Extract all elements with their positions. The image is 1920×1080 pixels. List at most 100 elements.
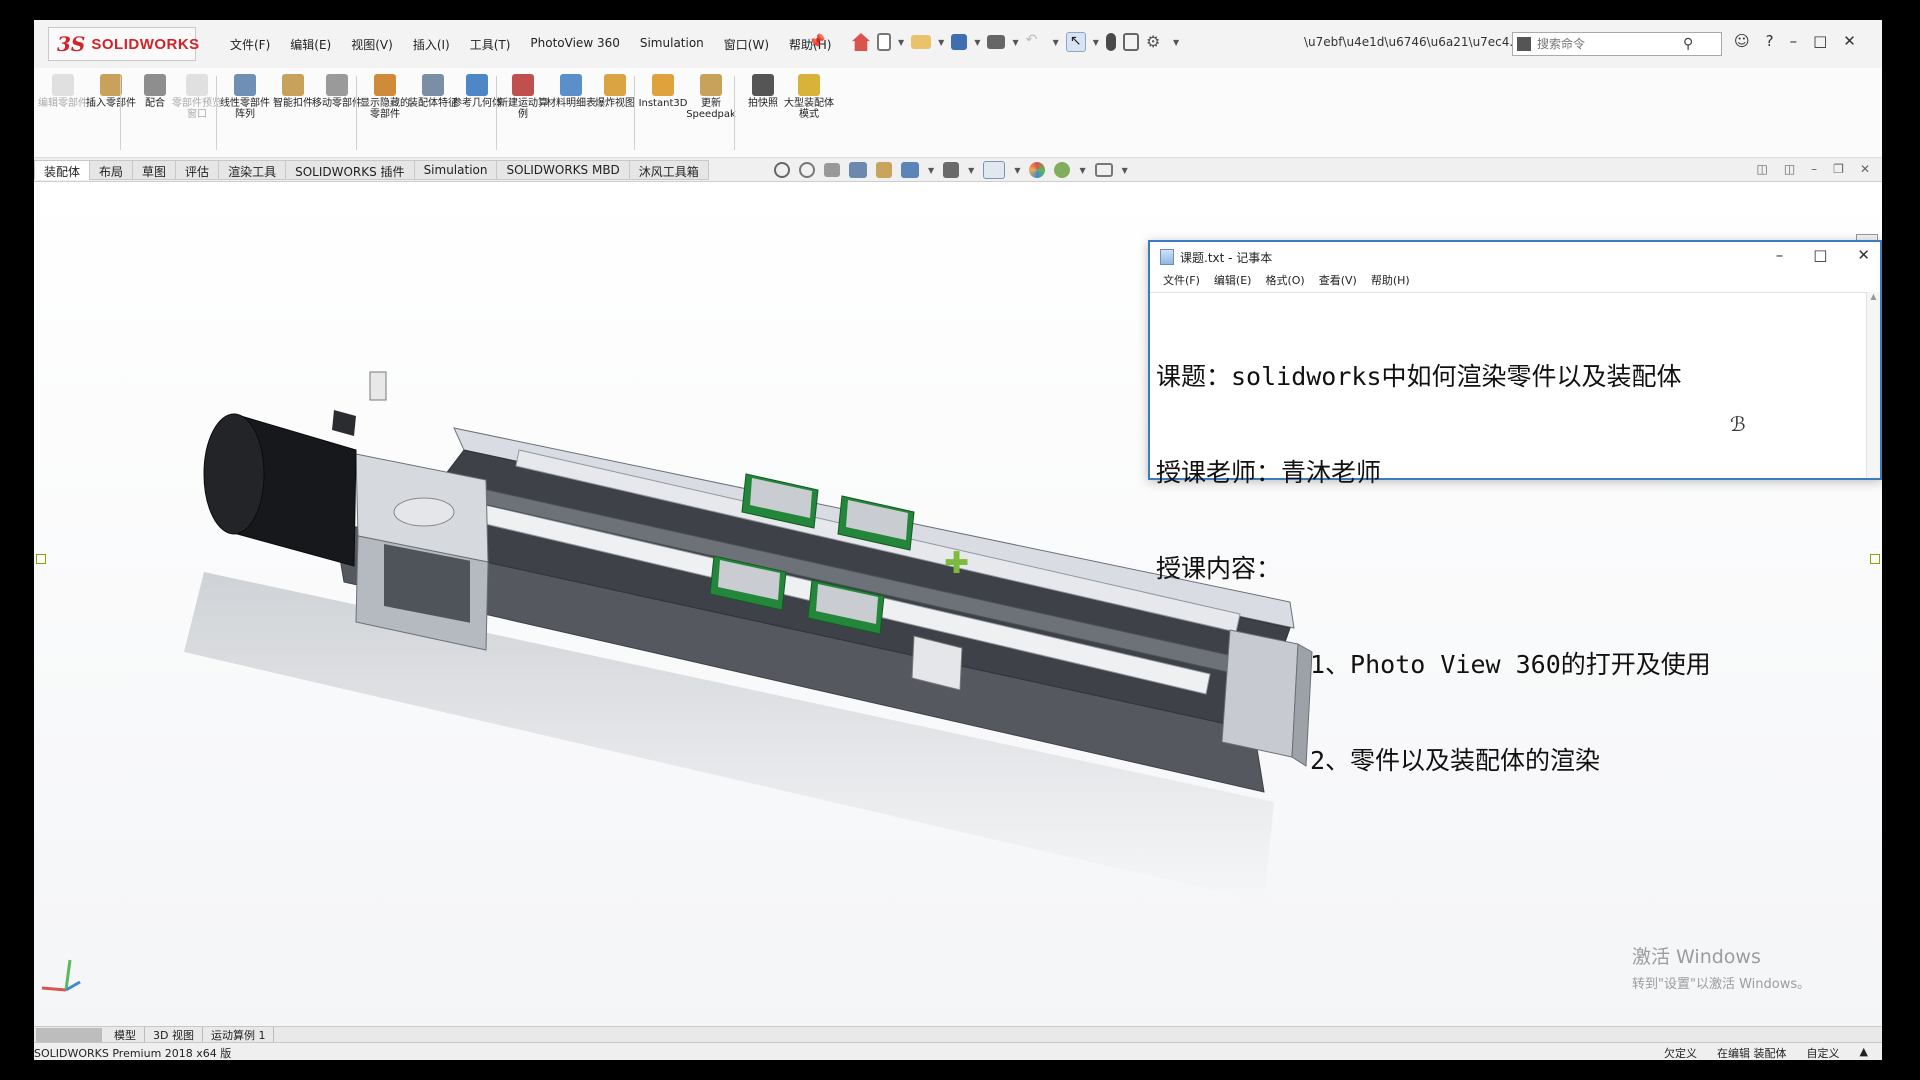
file-properties-icon[interactable] <box>1122 33 1139 51</box>
command-button[interactable]: 材料明细表 <box>546 74 596 109</box>
chevron-down-icon[interactable]: ▼ <box>1014 166 1020 175</box>
solidworks-logo[interactable]: 3S SOLIDWORKS <box>48 27 199 61</box>
gear-icon[interactable]: ⚙ <box>1146 32 1166 52</box>
command-button[interactable]: 参考几何体 <box>452 74 502 109</box>
notepad-menu-file[interactable]: 文件(F) <box>1156 270 1207 290</box>
viewport-left-handle[interactable] <box>36 554 46 564</box>
notepad-scrollbar[interactable]: ▲ <box>1866 292 1880 478</box>
split-view-icon[interactable]: ◫ <box>1756 162 1767 176</box>
command-tab[interactable]: 草图 <box>132 160 177 180</box>
command-button[interactable]: 装配体特征 <box>408 74 458 109</box>
menu-window[interactable]: 窗口(W) <box>714 34 779 55</box>
command-button[interactable]: Instant3D <box>638 74 688 109</box>
display-style-icon[interactable] <box>943 162 960 178</box>
command-button[interactable]: 爆炸视图 <box>590 74 640 109</box>
notepad-menu-help[interactable]: 帮助(H) <box>1364 270 1417 290</box>
dynamic-annotation-icon[interactable] <box>876 162 892 178</box>
command-button[interactable]: 显示隐藏的零部件 <box>360 74 410 120</box>
notepad-text-area[interactable]: 课题：solidworks中如何渲染零件以及装配体 授课老师：青沐老师 授课内容… <box>1150 292 1868 775</box>
rebuild-icon[interactable] <box>1105 33 1116 51</box>
command-tab[interactable]: 布局 <box>89 160 134 180</box>
command-tab[interactable]: SOLIDWORKS MBD <box>496 160 630 180</box>
command-tab[interactable]: 评估 <box>175 160 220 180</box>
menu-view[interactable]: 视图(V) <box>341 34 403 55</box>
menu-edit[interactable]: 编辑(E) <box>280 34 341 55</box>
notepad-title-bar[interactable]: 课题.txt - 记事本 – □ ✕ <box>1150 242 1880 270</box>
command-button[interactable]: 移动零部件 <box>312 74 362 109</box>
notepad-menu-format[interactable]: 格式(O) <box>1258 270 1311 290</box>
command-button[interactable]: 新建运动算例 <box>498 74 548 120</box>
close-icon[interactable]: ✕ <box>1857 246 1870 264</box>
tab-scroll-arrows[interactable] <box>36 1028 102 1042</box>
previous-view-icon[interactable] <box>824 163 840 177</box>
tab-3d-view[interactable]: 3D 视图 <box>145 1027 203 1042</box>
menu-file[interactable]: 文件(F) <box>220 34 280 55</box>
pin-icon[interactable]: 📌 <box>808 34 825 50</box>
command-button[interactable]: 更新Speedpak <box>686 74 736 120</box>
hide-show-items-icon[interactable] <box>983 161 1006 179</box>
units-selector[interactable]: 自定义 <box>1807 1045 1840 1060</box>
command-tab[interactable]: SOLIDWORKS 插件 <box>285 160 415 180</box>
chevron-up-icon[interactable]: ▲ <box>1860 1045 1868 1060</box>
section-view-icon[interactable] <box>849 162 867 178</box>
help-icon[interactable]: ? <box>1766 32 1774 50</box>
chevron-down-icon[interactable]: ▼ <box>1093 38 1099 47</box>
zoom-to-area-icon[interactable] <box>799 162 815 178</box>
command-tab[interactable]: 装配体 <box>34 160 91 180</box>
chevron-down-icon[interactable]: ▼ <box>1173 38 1179 47</box>
split-view-horizontal-icon[interactable]: ◫ <box>1784 162 1795 176</box>
viewport-right-handle[interactable] <box>1870 554 1880 564</box>
tab-motion-study[interactable]: 运动算例 1 <box>203 1027 275 1042</box>
home-icon[interactable] <box>852 33 870 51</box>
apply-scene-icon[interactable] <box>1054 162 1071 178</box>
open-folder-icon[interactable] <box>911 35 932 49</box>
menu-insert[interactable]: 插入(I) <box>403 34 460 55</box>
menu-simulation[interactable]: Simulation <box>630 34 714 55</box>
chevron-down-icon[interactable]: ▼ <box>1079 166 1085 175</box>
menu-tools[interactable]: 工具(T) <box>460 34 521 55</box>
new-document-icon[interactable] <box>877 33 891 51</box>
chevron-down-icon[interactable]: ▼ <box>968 166 974 175</box>
chevron-down-icon[interactable]: ▼ <box>974 38 980 47</box>
notepad-menu-view[interactable]: 查看(V) <box>1312 270 1364 290</box>
restore-icon[interactable]: ❐ <box>1833 162 1844 176</box>
chevron-down-icon[interactable]: ▼ <box>898 38 904 47</box>
print-icon[interactable] <box>987 35 1006 49</box>
command-button[interactable]: 大型装配体模式 <box>784 74 834 120</box>
chevron-down-icon[interactable]: ▼ <box>1122 166 1128 175</box>
search-icon[interactable]: ⚲ <box>1683 36 1693 52</box>
scroll-up-icon[interactable]: ▲ <box>1867 292 1880 301</box>
command-tab[interactable]: Simulation <box>413 160 498 180</box>
chevron-down-icon[interactable]: ▼ <box>1012 38 1018 47</box>
maximize-icon[interactable]: □ <box>1813 32 1827 50</box>
minimize-icon[interactable]: – <box>1790 32 1798 50</box>
chevron-down-icon[interactable]: ▼ <box>928 166 934 175</box>
notepad-menu-edit[interactable]: 编辑(E) <box>1207 270 1259 290</box>
tab-model[interactable]: 模型 <box>106 1027 145 1042</box>
minimize-icon[interactable]: – <box>1776 246 1784 264</box>
undo-icon[interactable]: ↶ <box>1026 32 1046 52</box>
command-tab[interactable]: 渲染工具 <box>218 160 287 180</box>
command-button[interactable]: 线性零部件阵列 <box>220 74 270 120</box>
chevron-down-icon[interactable]: ▼ <box>938 38 944 47</box>
zoom-to-fit-icon[interactable] <box>774 162 790 178</box>
edit-appearance-icon[interactable] <box>1029 162 1046 178</box>
close-icon[interactable]: ✕ <box>1860 162 1870 176</box>
command-button[interactable]: 智能扣件 <box>268 74 318 109</box>
view-orientation-icon[interactable] <box>901 162 919 178</box>
command-tab[interactable]: 沐风工具箱 <box>628 160 709 180</box>
command-button[interactable]: 拍快照 <box>738 74 788 109</box>
chevron-down-icon[interactable]: ▼ <box>1053 38 1059 47</box>
menu-photoview[interactable]: PhotoView 360 <box>520 34 629 55</box>
search-input[interactable] <box>1537 37 1677 51</box>
view-settings-icon[interactable] <box>1094 163 1113 177</box>
close-icon[interactable]: ✕ <box>1843 32 1856 50</box>
maximize-icon[interactable]: □ <box>1813 246 1827 264</box>
notepad-window[interactable]: 课题.txt - 记事本 – □ ✕ 文件(F) 编辑(E) 格式(O) 查看(… <box>1148 240 1882 775</box>
user-icon[interactable]: ☺ <box>1734 32 1750 50</box>
select-pointer-icon[interactable]: ↖ <box>1065 32 1086 52</box>
save-icon[interactable] <box>951 34 968 50</box>
command-button[interactable]: 插入零部件 <box>86 74 136 109</box>
search-scope-icon[interactable] <box>1517 37 1531 51</box>
minimize-icon[interactable]: – <box>1811 162 1817 176</box>
